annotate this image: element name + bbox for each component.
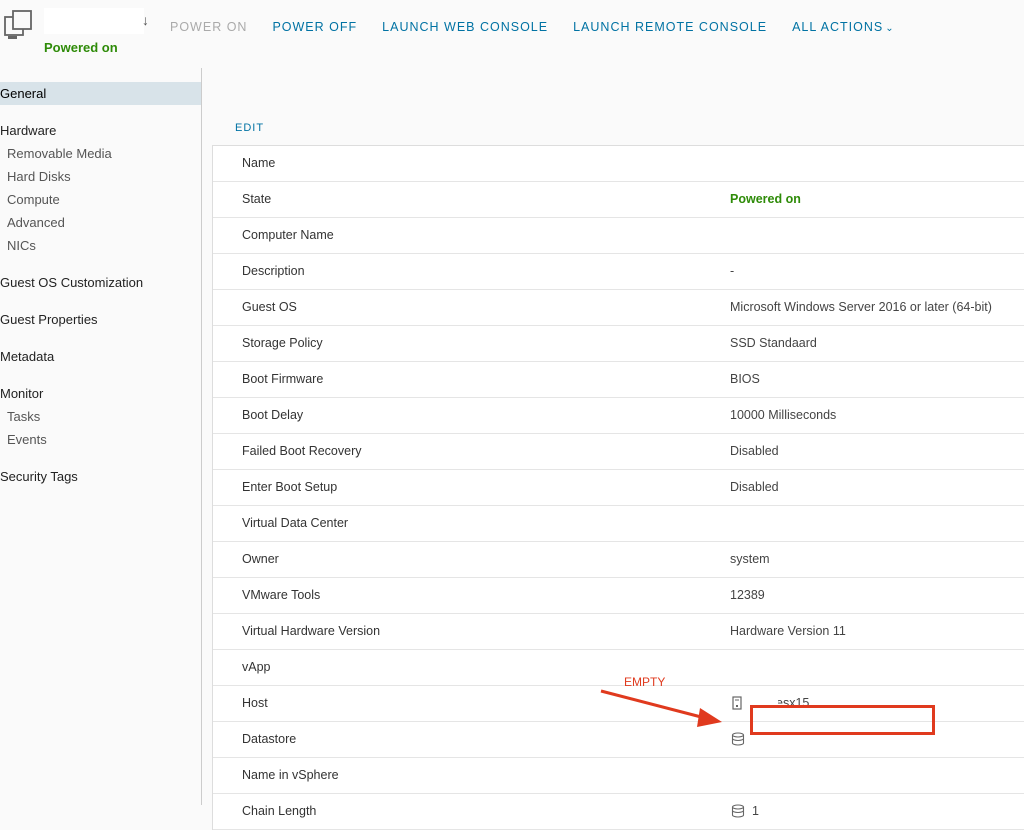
- row-value: Microsoft Windows Server 2016 or later (…: [730, 300, 992, 314]
- vm-icon: [4, 8, 36, 44]
- row-label: Datastore: [242, 732, 297, 746]
- vm-name-redacted: [44, 8, 144, 34]
- sidebar-item-advanced[interactable]: Advanced: [0, 211, 202, 234]
- launch-web-console-button[interactable]: LAUNCH WEB CONSOLE: [382, 20, 548, 34]
- sidebar-item-events[interactable]: Events: [0, 428, 202, 451]
- sidebar-item-guest-os-customization[interactable]: Guest OS Customization: [0, 271, 202, 294]
- vm-status: Powered on: [44, 40, 118, 55]
- row-label: Computer Name: [242, 228, 334, 242]
- sidebar-item-hardware[interactable]: Hardware: [0, 119, 202, 142]
- row-value: -: [730, 264, 735, 278]
- row-label: vApp: [242, 660, 271, 674]
- table-row: Virtual Data Center: [213, 506, 1024, 542]
- row-label: Virtual Hardware Version: [242, 624, 381, 638]
- sidebar-divider: [201, 68, 202, 805]
- table-row: Name in vSphere: [213, 758, 1024, 794]
- table-row: State Powered on: [213, 182, 1024, 218]
- row-value: Hardware Version 11: [730, 624, 846, 638]
- row-label: Name: [242, 156, 276, 170]
- table-row: VMware Tools 12389: [213, 578, 1024, 614]
- redacted-value: [729, 224, 835, 250]
- annotation-highlight-box: [750, 705, 935, 735]
- sidebar-item-guest-properties[interactable]: Guest Properties: [0, 308, 202, 331]
- row-label: State: [242, 192, 272, 206]
- launch-remote-console-button[interactable]: LAUNCH REMOTE CONSOLE: [573, 20, 767, 34]
- datastore-icon: [731, 732, 745, 746]
- table-row: Boot Firmware BIOS: [213, 362, 1024, 398]
- row-label: Storage Policy: [242, 336, 323, 350]
- table-row: vApp: [213, 650, 1024, 686]
- row-label: Boot Delay: [242, 408, 304, 422]
- sidebar-item-metadata[interactable]: Metadata: [0, 345, 202, 368]
- row-label: Virtual Data Center: [242, 516, 349, 530]
- row-label: Failed Boot Recovery: [242, 444, 362, 458]
- chevron-down-icon: ⌄: [885, 23, 895, 34]
- sidebar-item-hard-disks[interactable]: Hard Disks: [0, 165, 202, 188]
- table-row: Description -: [213, 254, 1024, 290]
- sidebar-item-security-tags[interactable]: Security Tags: [0, 465, 202, 488]
- row-label: Chain Length: [242, 804, 317, 818]
- row-label: Name in vSphere: [242, 768, 339, 782]
- row-value: Disabled: [730, 444, 779, 458]
- table-row: Failed Boot Recovery Disabled: [213, 434, 1024, 470]
- host-icon: [732, 696, 742, 710]
- table-row: Storage Policy SSD Standaard: [213, 326, 1024, 362]
- table-row: Virtual Hardware Version Hardware Versio…: [213, 614, 1024, 650]
- power-off-button[interactable]: POWER OFF: [272, 20, 357, 34]
- sidebar-item-monitor[interactable]: Monitor: [0, 382, 202, 405]
- row-label: Guest OS: [242, 300, 297, 314]
- power-on-button[interactable]: POWER ON: [170, 20, 247, 34]
- sidebar-item-nics[interactable]: NICs: [0, 234, 202, 257]
- row-label: Boot Firmware: [242, 372, 324, 386]
- sidebar-item-tasks[interactable]: Tasks: [0, 405, 202, 428]
- row-label: Description: [242, 264, 305, 278]
- row-value: system: [730, 552, 770, 566]
- row-value: Disabled: [730, 480, 779, 494]
- table-row: Computer Name: [213, 218, 1024, 254]
- table-row: Owner system: [213, 542, 1024, 578]
- state-value: Powered on: [730, 192, 801, 206]
- all-actions-dropdown[interactable]: ALL ACTIONS ⌄: [792, 20, 895, 34]
- row-value: BIOS: [730, 372, 760, 386]
- sidebar-item-general[interactable]: General: [0, 82, 202, 105]
- table-row: Boot Delay 10000 Milliseconds: [213, 398, 1024, 434]
- row-label: VMware Tools: [242, 588, 321, 602]
- sidebar: General Hardware Removable Media Hard Di…: [0, 82, 202, 488]
- redacted-value: [721, 150, 825, 176]
- row-value: 12389: [730, 588, 765, 602]
- row-label: Owner: [242, 552, 279, 566]
- row-label: Host: [242, 696, 268, 710]
- edit-button[interactable]: EDIT: [235, 122, 264, 134]
- table-row: Guest OS Microsoft Windows Server 2016 o…: [213, 290, 1024, 326]
- redacted-value: [729, 656, 849, 682]
- sidebar-item-compute[interactable]: Compute: [0, 188, 202, 211]
- table-row: Enter Boot Setup Disabled: [213, 470, 1024, 506]
- row-value: SSD Standaard: [730, 336, 817, 350]
- row-label: Enter Boot Setup: [242, 480, 338, 494]
- chain-length-value: 1: [752, 804, 759, 818]
- sidebar-item-removable-media[interactable]: Removable Media: [0, 142, 202, 165]
- all-actions-label: ALL ACTIONS: [792, 20, 884, 34]
- action-bar: POWER ON POWER OFF LAUNCH WEB CONSOLE LA…: [170, 20, 920, 34]
- redacted-value: [729, 512, 849, 538]
- row-value: 10000 Milliseconds: [730, 408, 837, 422]
- table-row: Chain Length 1: [213, 794, 1024, 830]
- redacted-value: [729, 764, 849, 790]
- table-row: Name: [213, 146, 1024, 182]
- annotation-label: EMPTY: [624, 675, 666, 689]
- datastore-icon: [731, 804, 745, 818]
- vm-name-trailing: ↓: [142, 12, 149, 28]
